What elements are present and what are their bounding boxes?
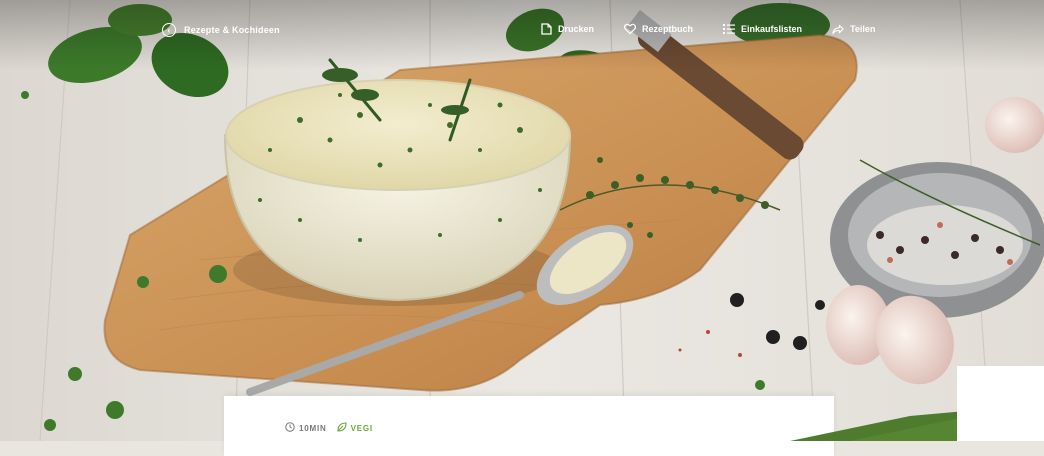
list-icon	[723, 23, 736, 35]
share-label: Teilen	[850, 24, 876, 34]
shopping-lists-label: Einkaufslisten	[741, 24, 803, 34]
recipe-actions: Drucken Rezeptbuch Einkaufslisten Teilen	[540, 23, 905, 35]
print-label: Drucken	[558, 24, 595, 34]
prep-time-value: 10MIN	[299, 423, 327, 433]
shopping-lists-button[interactable]: Einkaufslisten	[723, 23, 802, 35]
recipe-book-button[interactable]: Rezeptbuch	[624, 23, 693, 35]
leaf-icon	[337, 422, 347, 434]
recipe-card: 10MIN VEGI	[224, 396, 834, 456]
clock-icon	[285, 422, 295, 434]
back-link-label: Rezepte & Kochideen	[184, 25, 280, 35]
print-icon	[540, 23, 552, 35]
diet-tag: VEGI	[337, 422, 373, 434]
recipe-meta: 10MIN VEGI	[285, 422, 373, 434]
heart-icon	[624, 23, 637, 35]
recipe-book-label: Rezeptbuch	[642, 24, 694, 34]
back-link[interactable]: ‹ Rezepte & Kochideen	[162, 23, 280, 37]
side-panel	[957, 366, 1044, 441]
hero-image	[0, 0, 1044, 441]
top-navigation: ‹ Rezepte & Kochideen Drucken Rezeptbuch…	[0, 0, 1044, 60]
chevron-left-icon: ‹	[162, 23, 176, 37]
prep-time: 10MIN	[285, 422, 327, 434]
share-button[interactable]: Teilen	[832, 23, 875, 35]
print-button[interactable]: Drucken	[540, 23, 594, 35]
diet-tag-label: VEGI	[350, 423, 373, 433]
share-icon	[832, 23, 844, 35]
